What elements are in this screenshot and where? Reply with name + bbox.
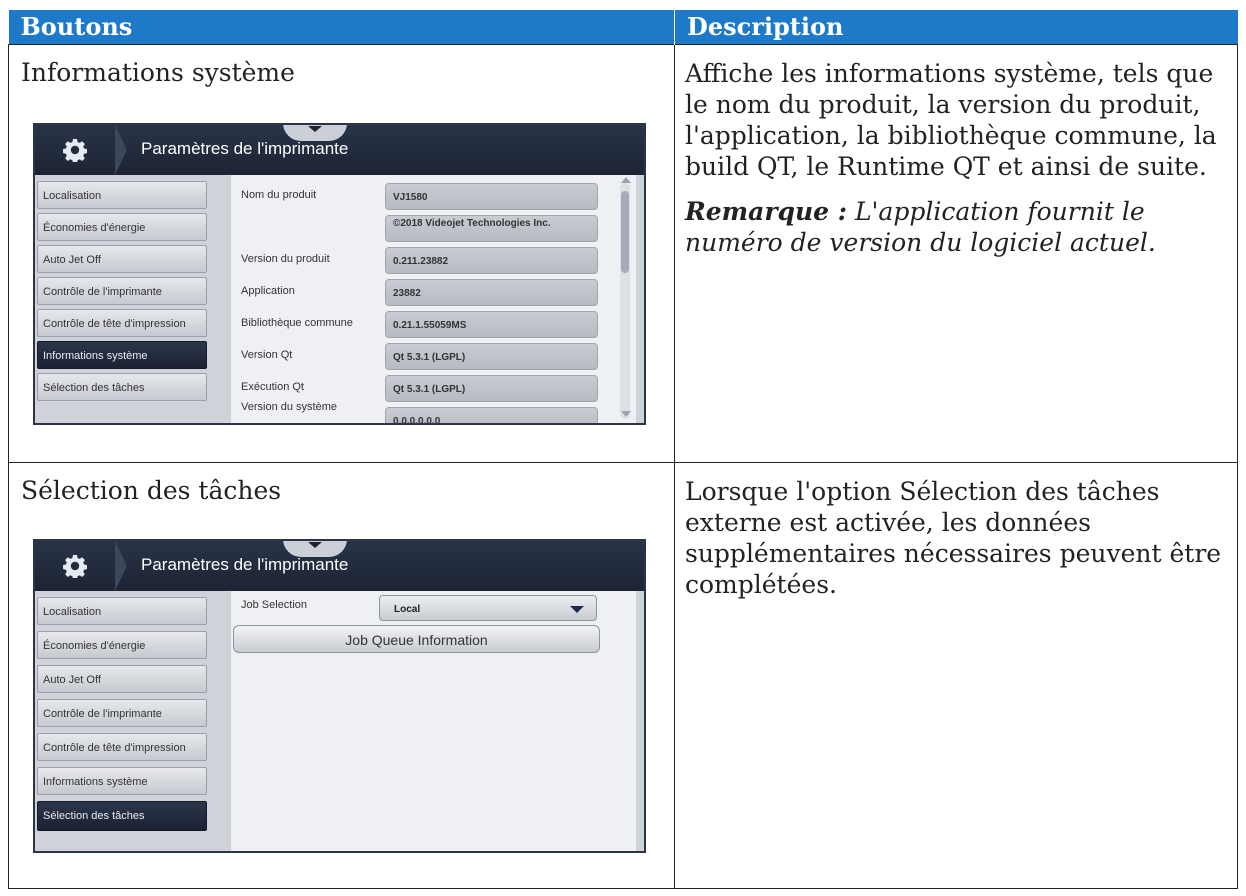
gear-icon [63,554,87,578]
info-value: 0.21.1.55059MS [385,310,598,338]
info-label: Version du système [241,400,337,413]
reference-table: Boutons Description Informations système… [8,10,1238,889]
job-selection-label: Job Selection [241,598,308,611]
row2-description-cell: Lorsque l'option Sélection des tâches ex… [674,461,1238,889]
row1-description: Affiche les informations système, tels q… [675,45,1237,258]
info-value: 0.0.0.0.0.0 [385,406,598,423]
row2-button-cell: Sélection des tâches Paramètres de l'imp… [8,461,675,889]
sidebar-item-system-info[interactable]: Informations système [37,766,207,795]
ui-body: Localisation Économies d'énergie Auto Je… [35,174,644,423]
sidebar-item-auto-jet-off[interactable]: Auto Jet Off [37,664,207,693]
row1-button-cell: Informations système Paramètres de l'imp… [8,43,675,463]
job-queue-information-button[interactable]: Job Queue Information [233,624,600,653]
sidebar-item-auto-jet-off[interactable]: Auto Jet Off [37,244,207,273]
row1-title: Informations système [21,57,295,87]
screen-title: Paramètres de l'imprimante [141,554,349,574]
info-label: Application [241,284,295,297]
settings-button[interactable] [35,541,123,591]
sidebar-item-job-selection[interactable]: Sélection des tâches [37,800,207,831]
settings-button[interactable] [35,125,123,175]
scrollbar-thumb[interactable] [621,190,629,273]
job-selection-panel: Job Selection Local Job Queue Informatio… [231,590,636,851]
info-label: Nom du produit [241,188,317,201]
info-value: 0.211.23882 [385,246,598,274]
sidebar-item-printhead-control[interactable]: Contrôle de tête d'impression [37,732,207,761]
header-divider [115,124,127,175]
info-label: Exécution Qt [241,380,304,393]
description-text: Affiche les informations système, tels q… [685,58,1217,181]
sidebar-item-job-selection[interactable]: Sélection des tâches [37,372,207,401]
row1-description-cell: Affiche les informations système, tels q… [674,43,1238,463]
pull-down-tab[interactable] [283,540,347,557]
info-value: ©2018 Videojet Technologies Inc. [385,214,598,242]
system-info-panel: Nom du produit VJ1580 ©2018 Videojet Tec… [231,174,636,423]
job-selection-dropdown[interactable]: Local [379,594,597,621]
header-divider [115,540,127,591]
header-buttons: Boutons [8,10,675,44]
pull-down-tab[interactable] [283,124,347,141]
sidebar-item-localisation[interactable]: Localisation [37,180,207,209]
row2-description: Lorsque l'option Sélection des tâches ex… [685,476,1222,599]
sidebar-item-energy[interactable]: Économies d'énergie [37,630,207,659]
caret-down-icon [570,605,584,613]
settings-sidebar: Localisation Économies d'énergie Auto Je… [35,590,211,851]
sidebar-item-system-info[interactable]: Informations système [37,340,207,369]
system-info-screenshot: Paramètres de l'imprimante Localisation … [33,122,646,425]
info-value: Qt 5.3.1 (LGPL) [385,342,598,370]
sidebar-item-printhead-control[interactable]: Contrôle de tête d'impression [37,308,207,337]
ui-body: Localisation Économies d'énergie Auto Je… [35,590,644,851]
sidebar-item-energy[interactable]: Économies d'énergie [37,212,207,241]
scroll-up-icon[interactable] [621,176,631,183]
info-value: VJ1580 [385,182,598,210]
screen-title: Paramètres de l'imprimante [141,138,349,158]
chevron-down-icon [308,541,322,548]
info-label: Bibliothèque commune [241,316,353,329]
info-label: Version Qt [241,348,293,361]
sidebar-item-printer-control[interactable]: Contrôle de l'imprimante [37,698,207,727]
gear-icon [63,138,87,162]
row2-title: Sélection des tâches [21,475,282,505]
sidebar-item-printer-control[interactable]: Contrôle de l'imprimante [37,276,207,305]
chevron-down-icon [308,125,322,132]
note-label: Remarque : [685,196,847,226]
sidebar-item-localisation[interactable]: Localisation [37,596,207,625]
scroll-down-icon[interactable] [621,410,631,417]
info-value: Qt 5.3.1 (LGPL) [385,374,598,402]
info-label: Version du produit [241,252,330,265]
settings-sidebar: Localisation Économies d'énergie Auto Je… [35,174,211,423]
info-value: 23882 [385,278,598,306]
header-description: Description [674,10,1238,44]
job-selection-value: Local [394,603,421,615]
job-selection-screenshot: Paramètres de l'imprimante Localisation … [33,538,646,853]
note: Remarque : L'application fournit le numé… [685,196,1225,258]
